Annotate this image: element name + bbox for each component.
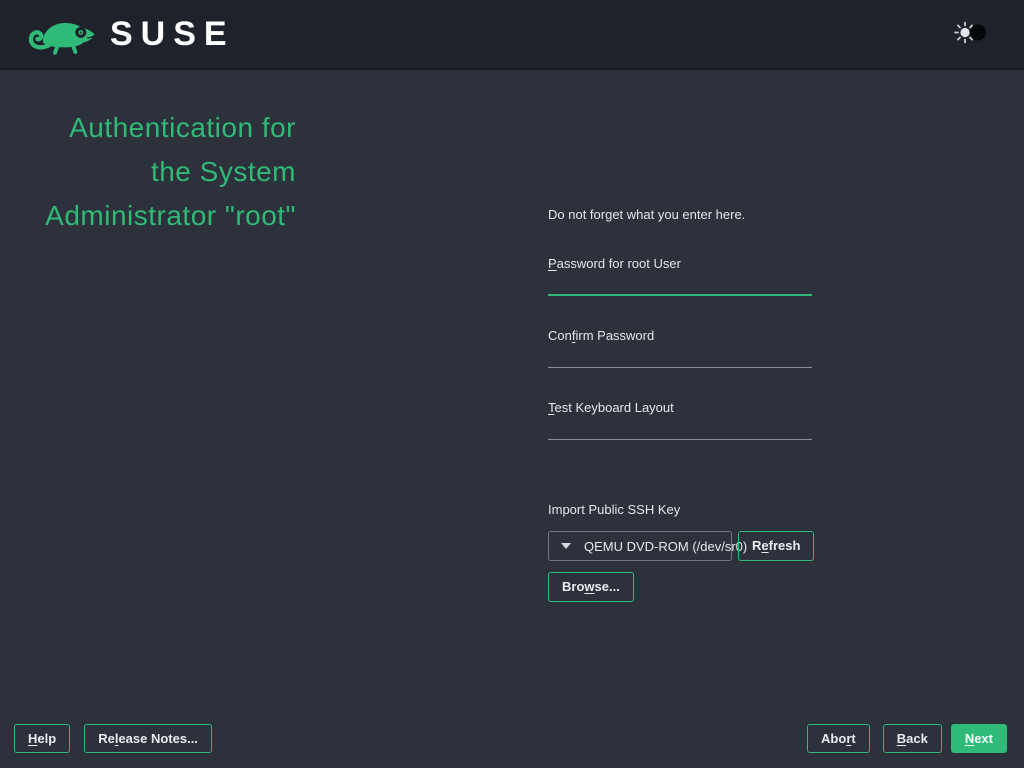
suse-chameleon-icon (28, 22, 95, 55)
password-label: Password for root User (548, 256, 812, 272)
ssh-device-selected-value: QEMU DVD-ROM (/dev/sr0) (584, 538, 748, 554)
label-text: R (752, 538, 762, 553)
next-button[interactable]: Next (950, 724, 1007, 753)
back-button[interactable]: Back (882, 724, 942, 753)
top-bar: SUSE (0, 0, 1024, 70)
password-hint-text: Do not forget what you enter here. (548, 207, 746, 222)
mnemonic-char: B (896, 731, 907, 746)
browse-button[interactable]: Browse... (548, 572, 634, 602)
mnemonic-char: w (584, 579, 595, 594)
import-ssh-key-section: Import Public SSH Key QEMU DVD-ROM (/dev… (548, 502, 815, 602)
label-text: fresh (768, 538, 801, 553)
test-keyboard-input[interactable] (548, 416, 812, 440)
label-text: irm Password (575, 328, 655, 343)
mnemonic-char: P (548, 256, 557, 271)
root-password-form: Do not forget what you enter here. Passw… (548, 206, 815, 602)
confirm-password-label: Confirm Password (548, 328, 812, 344)
refresh-button[interactable]: Refresh (738, 531, 815, 561)
label-text: est Keyboard Layout (554, 400, 674, 415)
chevron-down-icon (561, 543, 571, 549)
abort-button[interactable]: Abort (807, 724, 870, 753)
footer-right-buttons: Abort Back Next (807, 724, 1007, 753)
label-text: elp (37, 731, 57, 746)
label-text: se... (594, 579, 620, 594)
label-text: t (851, 731, 856, 746)
label-text: Abo (821, 731, 847, 746)
brand-wordmark: SUSE (110, 15, 235, 53)
help-button[interactable]: Help (14, 724, 71, 753)
test-keyboard-field-group: Test Keyboard Layout (548, 400, 812, 440)
import-ssh-key-label: Import Public SSH Key (548, 502, 681, 517)
page-title-line: the System (150, 156, 296, 187)
label-text: ext (974, 731, 993, 746)
mnemonic-char: N (964, 731, 975, 746)
mnemonic-char: H (28, 731, 38, 746)
confirm-password-input[interactable] (548, 344, 812, 368)
label-text: Re (98, 731, 115, 746)
footer-left-buttons: Help Release Notes... (14, 724, 212, 753)
label-text: Bro (562, 579, 585, 594)
release-notes-button[interactable]: Release Notes... (84, 724, 212, 753)
page-title: Authentication for the System Administra… (0, 106, 296, 238)
label-text: assword for root User (556, 256, 681, 271)
password-input[interactable] (548, 272, 812, 296)
test-keyboard-label: Test Keyboard Layout (548, 400, 812, 416)
label-text: ease Notes... (118, 731, 198, 746)
mnemonic-char: e (761, 538, 769, 553)
password-field-group: Password for root User (548, 256, 812, 296)
confirm-password-field-group: Confirm Password (548, 328, 812, 368)
sun-moon-icon (954, 21, 986, 44)
page-title-line: Administrator "root" (45, 200, 296, 231)
theme-toggle-button[interactable] (952, 20, 990, 49)
ssh-device-select[interactable]: QEMU DVD-ROM (/dev/sr0) (548, 531, 747, 561)
label-text: ack (906, 731, 928, 746)
label-text: Con (548, 328, 572, 343)
page-title-line: Authentication for (69, 112, 296, 143)
